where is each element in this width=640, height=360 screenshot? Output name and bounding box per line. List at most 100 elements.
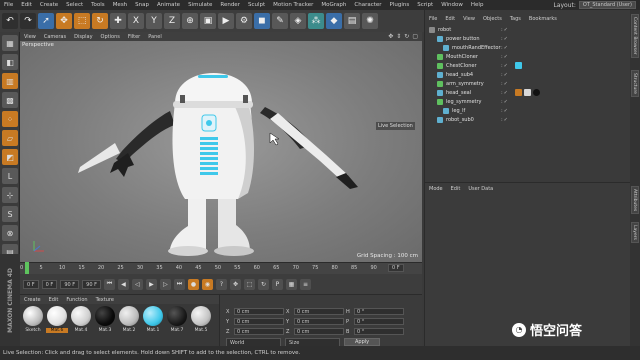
visibility-dots[interactable]: :✓ bbox=[501, 99, 509, 105]
key-position-icon[interactable]: ✥ bbox=[229, 278, 241, 290]
texture-mode-icon[interactable]: ▥ bbox=[2, 73, 18, 89]
tab-attributes[interactable]: Attributes bbox=[631, 186, 639, 215]
select-icon[interactable]: ➚ bbox=[38, 13, 54, 29]
rotation-field[interactable]: 0 ° bbox=[354, 308, 404, 315]
pen-icon[interactable]: ✎ bbox=[272, 13, 288, 29]
pan-icon[interactable]: ✥ bbox=[388, 33, 393, 40]
record-icon[interactable]: ● bbox=[187, 278, 199, 290]
object-row-robot[interactable]: robot :✓ bbox=[425, 26, 631, 35]
vp-menu-cameras[interactable]: Cameras bbox=[40, 34, 70, 40]
menu-create[interactable]: Create bbox=[36, 2, 62, 8]
key-rotation-icon[interactable]: ↻ bbox=[257, 278, 269, 290]
visibility-dots[interactable]: :✓ bbox=[501, 36, 509, 42]
object-row-head-seal[interactable]: head_seal :✓ bbox=[425, 89, 631, 98]
menu-motion-tracker[interactable]: Motion Tracker bbox=[269, 2, 317, 8]
current-frame-field[interactable]: 0 F bbox=[41, 279, 58, 289]
y-axis-icon[interactable]: Y bbox=[146, 13, 162, 29]
cube-icon[interactable]: ◼ bbox=[254, 13, 270, 29]
coord-system-icon[interactable]: ⊕ bbox=[182, 13, 198, 29]
vp-menu-panel[interactable]: Panel bbox=[144, 34, 166, 40]
make-editable-icon[interactable]: ▦ bbox=[2, 35, 18, 51]
size-field[interactable]: 0 cm bbox=[294, 318, 344, 325]
visibility-dots[interactable]: :✓ bbox=[501, 63, 509, 69]
scale-icon[interactable]: ⬚ bbox=[74, 13, 90, 29]
workplane-icon[interactable]: ▩ bbox=[2, 92, 18, 108]
menu-plugins[interactable]: Plugins bbox=[386, 2, 414, 8]
menu-file[interactable]: File bbox=[0, 2, 17, 8]
material-mat3[interactable]: Mat.3 bbox=[94, 306, 116, 340]
visibility-dots[interactable]: :✓ bbox=[501, 81, 509, 87]
menu-tools[interactable]: Tools bbox=[87, 2, 109, 8]
visibility-dots[interactable]: :✓ bbox=[501, 117, 509, 123]
object-row-mouthcloner[interactable]: MouthCloner :✓ bbox=[425, 53, 631, 62]
visibility-dots[interactable]: :✓ bbox=[501, 27, 509, 33]
move-icon[interactable]: ✥ bbox=[56, 13, 72, 29]
obj-menu-objects[interactable]: Objects bbox=[479, 16, 506, 22]
keyframe-selection-icon[interactable]: ? bbox=[215, 278, 227, 290]
material-tag-icon[interactable] bbox=[515, 62, 522, 69]
object-row-leg-symmetry[interactable]: leg_symmetry :✓ bbox=[425, 98, 631, 107]
obj-menu-bookmarks[interactable]: Bookmarks bbox=[525, 16, 561, 22]
tweak-mode-icon[interactable]: ⊹ bbox=[2, 187, 18, 203]
subdivide-icon[interactable]: ◈ bbox=[290, 13, 306, 29]
menu-sculpt[interactable]: Sculpt bbox=[244, 2, 269, 8]
go-to-start-icon[interactable]: ⏮ bbox=[103, 278, 115, 290]
array-icon[interactable]: ⁂ bbox=[308, 13, 324, 29]
material-mat4[interactable]: Mat.4 bbox=[70, 306, 92, 340]
redo-icon[interactable]: ↷ bbox=[20, 13, 36, 29]
prev-key-icon[interactable]: ◀ bbox=[117, 278, 129, 290]
maximize-icon[interactable]: ▢ bbox=[412, 33, 418, 40]
play-icon[interactable]: ▶ bbox=[145, 278, 157, 290]
vp-menu-view[interactable]: View bbox=[20, 34, 40, 40]
menu-window[interactable]: Window bbox=[437, 2, 467, 8]
material-tag-icon[interactable] bbox=[533, 89, 540, 96]
menu-edit[interactable]: Edit bbox=[17, 2, 36, 8]
light-icon[interactable]: ✺ bbox=[362, 13, 378, 29]
autokey-icon[interactable]: ◉ bbox=[201, 278, 213, 290]
go-to-end-icon[interactable]: ⏭ bbox=[173, 278, 185, 290]
obj-menu-view[interactable]: View bbox=[459, 16, 479, 22]
render-view-icon[interactable]: ▣ bbox=[200, 13, 216, 29]
tab-structure[interactable]: Structure bbox=[631, 70, 639, 97]
position-field[interactable]: 0 cm bbox=[234, 308, 284, 315]
rotation-field[interactable]: 0 ° bbox=[354, 318, 404, 325]
obj-menu-file[interactable]: File bbox=[425, 16, 441, 22]
object-row-mouthrandeffector[interactable]: mouthRandEffector :✓ bbox=[425, 44, 631, 53]
material-sketch[interactable]: Sketch bbox=[22, 306, 44, 340]
object-row-robot-sub0[interactable]: robot_sub0 :✓ bbox=[425, 116, 631, 125]
material-tag-icon[interactable] bbox=[524, 89, 531, 96]
zoom-icon[interactable]: ⇕ bbox=[396, 33, 401, 40]
prev-frame-icon[interactable]: ◁ bbox=[131, 278, 143, 290]
position-field[interactable]: 0 cm bbox=[234, 318, 284, 325]
mat-menu-create[interactable]: Create bbox=[20, 297, 45, 303]
viewport-canvas[interactable]: Perspective Live Selection Grid Spacing … bbox=[20, 41, 422, 262]
menu-mesh[interactable]: Mesh bbox=[109, 2, 131, 8]
key-scale-icon[interactable]: ⬚ bbox=[243, 278, 255, 290]
object-row-leg-lf[interactable]: leg_lf :✓ bbox=[425, 107, 631, 116]
object-row-chestcloner[interactable]: ChestCloner :✓ bbox=[425, 62, 631, 71]
snap-icon[interactable]: S bbox=[2, 206, 18, 222]
edges-mode-icon[interactable]: ▱ bbox=[2, 130, 18, 146]
obj-menu-edit[interactable]: Edit bbox=[441, 16, 459, 22]
mat-menu-texture[interactable]: Texture bbox=[92, 297, 118, 303]
menu-render[interactable]: Render bbox=[216, 2, 244, 8]
max-frame-field[interactable]: 90 F bbox=[82, 279, 101, 289]
visibility-dots[interactable]: :✓ bbox=[501, 72, 509, 78]
end-frame-field[interactable]: 90 F bbox=[60, 279, 80, 289]
size-field[interactable]: 0 cm bbox=[294, 308, 344, 315]
menu-simulate[interactable]: Simulate bbox=[184, 2, 216, 8]
model-mode-icon[interactable]: ◧ bbox=[2, 54, 18, 70]
size-field[interactable]: 0 cm bbox=[294, 328, 344, 335]
attr-menu-user-data[interactable]: User Data bbox=[464, 186, 497, 192]
visibility-dots[interactable]: :✓ bbox=[501, 54, 509, 60]
material-mat7[interactable]: Mat.7 bbox=[166, 306, 188, 340]
menu-select[interactable]: Select bbox=[62, 2, 87, 8]
tab-content-browser[interactable]: Content Browser bbox=[631, 14, 639, 58]
attr-menu-edit[interactable]: Edit bbox=[447, 186, 465, 192]
orbit-icon[interactable]: ↻ bbox=[404, 33, 409, 40]
menu-animate[interactable]: Animate bbox=[153, 2, 184, 8]
apply-button[interactable]: Apply bbox=[344, 338, 381, 346]
phong-tag-icon[interactable] bbox=[515, 89, 522, 96]
playhead[interactable] bbox=[25, 262, 29, 274]
render-picture-icon[interactable]: ▶ bbox=[218, 13, 234, 29]
